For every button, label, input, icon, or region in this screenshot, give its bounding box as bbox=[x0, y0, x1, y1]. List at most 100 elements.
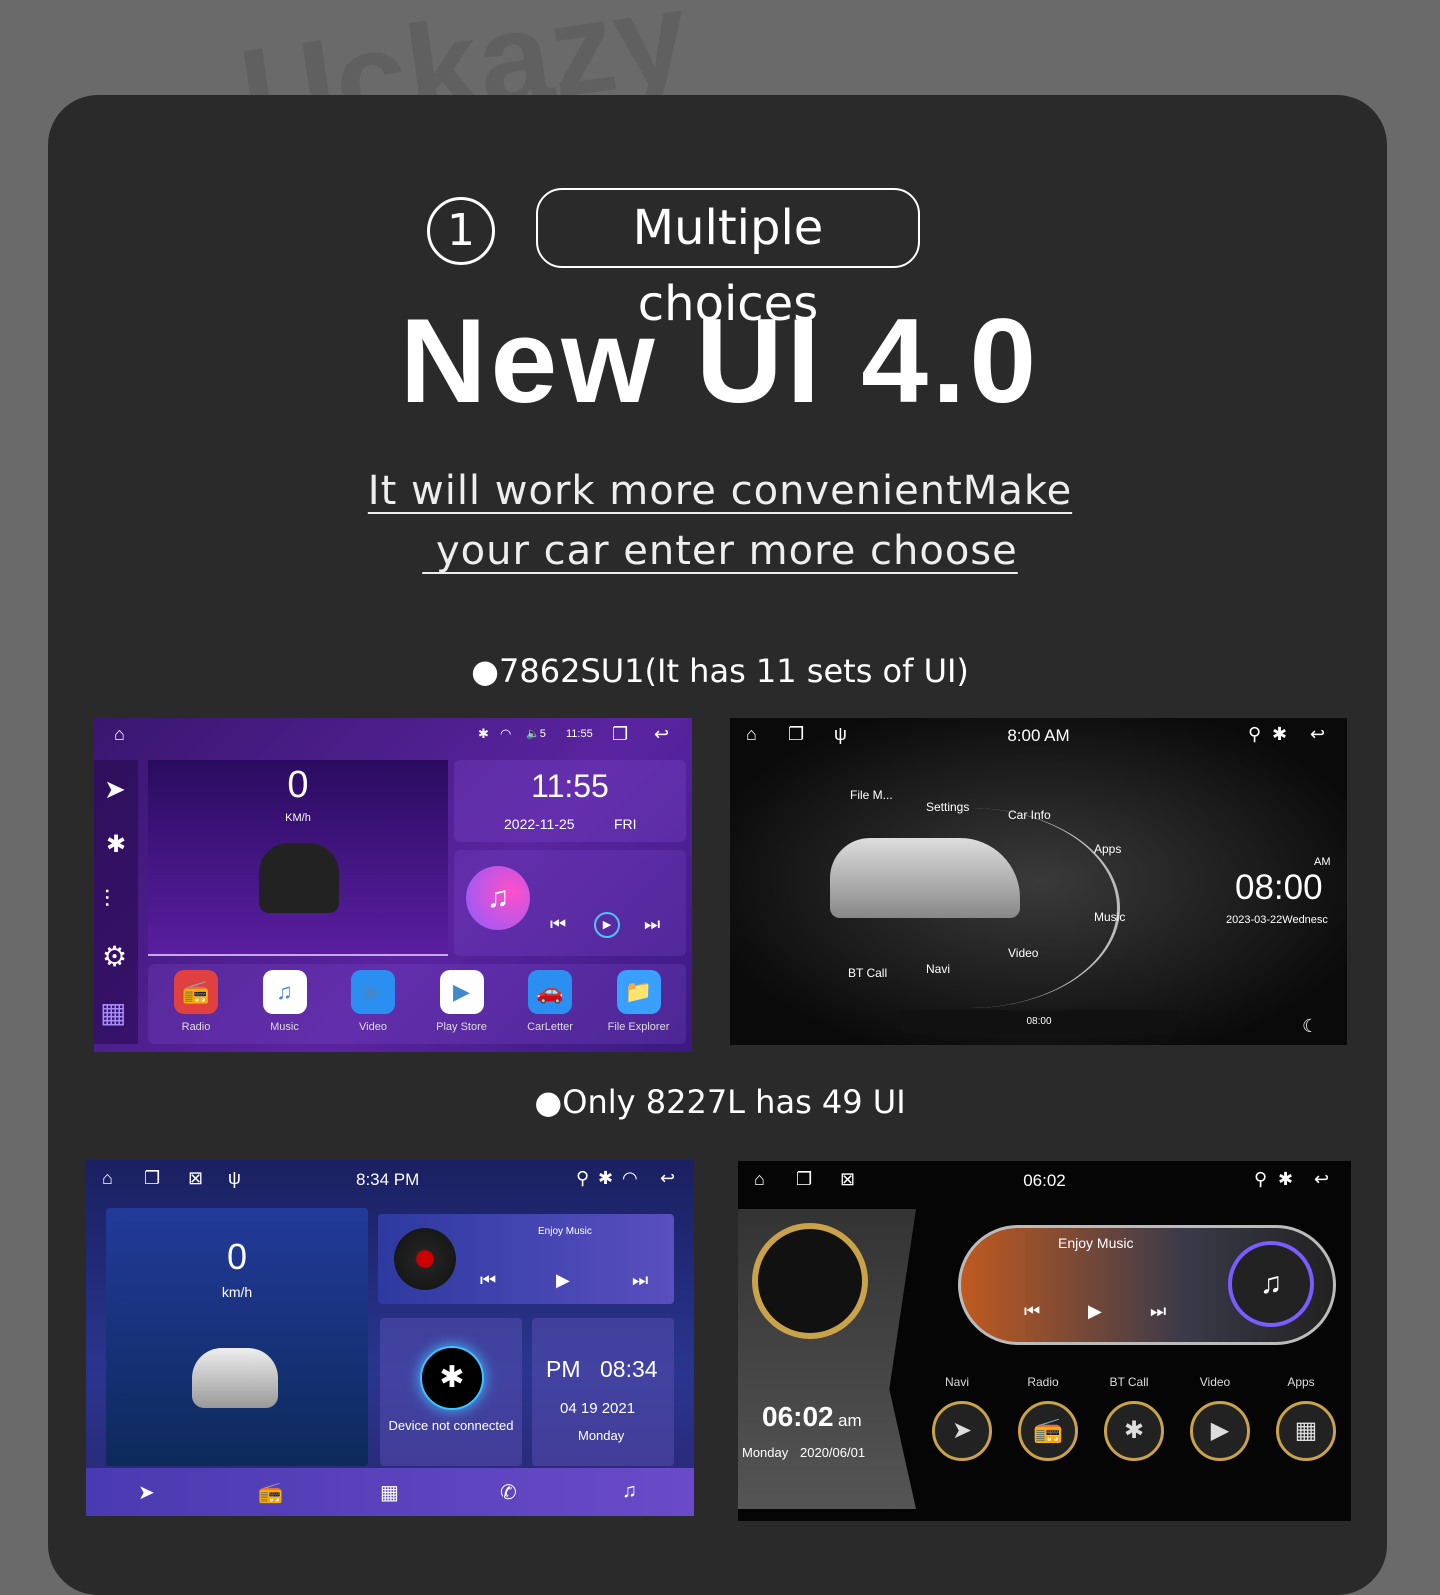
menu-item[interactable]: Navi bbox=[926, 962, 950, 976]
clock: 08:00 bbox=[1235, 868, 1323, 907]
app-label: Radio bbox=[181, 1021, 211, 1033]
music-icon: ♫ bbox=[466, 866, 530, 930]
speed-unit: km/h bbox=[221, 1284, 253, 1300]
menu-item[interactable]: Car Info bbox=[1008, 808, 1051, 822]
bluetooth-icon: ✱ bbox=[420, 1346, 484, 1410]
previous-icon[interactable]: ⏮ bbox=[550, 914, 566, 935]
back-icon[interactable]: ↩ bbox=[1314, 1169, 1329, 1190]
phone-icon[interactable]: ✆ bbox=[500, 1480, 517, 1505]
speed-value: 0 bbox=[287, 764, 309, 806]
ui1-screen: ⌂ ✱ ◠ 🔈5 11:55 ❐ ↩ ➤ ✱ ⫶ ⚙ ▦ 0 KM/h 11:5… bbox=[94, 718, 692, 1052]
speed-value: 0 bbox=[226, 1236, 248, 1277]
date: 2022-11-25 bbox=[504, 816, 575, 832]
bt-status: Device not connected bbox=[388, 1418, 514, 1433]
location-icon: ⚲ bbox=[1248, 724, 1262, 744]
app-label: Radio bbox=[1027, 1375, 1059, 1389]
bluetooth-icon: ✱ bbox=[598, 1168, 614, 1188]
wifi-icon: ◠ bbox=[500, 726, 512, 741]
app-3-icon[interactable]: ▶ bbox=[1190, 1401, 1250, 1461]
previous-icon[interactable]: ⏮ bbox=[1024, 1301, 1040, 1322]
app-4-icon[interactable]: ▦ bbox=[1276, 1401, 1336, 1461]
music-icon[interactable]: ♫ bbox=[622, 1480, 637, 1503]
ui2-screen: ⌂ ❐ ψ 8:00 AM ⚲ ✱ ↩ File M... Settings Car… bbox=[730, 718, 1347, 1045]
menu-item[interactable]: File M... bbox=[850, 788, 893, 802]
weekday: FRI bbox=[614, 816, 637, 832]
app-label: Apps bbox=[1287, 1375, 1315, 1389]
wifi-icon: ◠ bbox=[622, 1168, 638, 1188]
location-icon: ⚲ bbox=[576, 1168, 590, 1188]
screen-off-icon[interactable]: ⊠ bbox=[188, 1168, 203, 1189]
music-disc-icon: ♫ bbox=[1228, 1241, 1314, 1327]
apps-icon[interactable]: ▦ bbox=[100, 996, 126, 1029]
subtitle-line2: your car enter more choose bbox=[422, 528, 1018, 574]
location-icon: ⚲ bbox=[1254, 1169, 1268, 1189]
menu-item[interactable]: Apps bbox=[1094, 842, 1121, 856]
settings-icon[interactable]: ⚙ bbox=[102, 940, 127, 973]
usb-icon: ψ bbox=[228, 1168, 241, 1188]
volume-icon: 🔈5 bbox=[526, 728, 546, 740]
app-2-icon[interactable]: ▶ bbox=[351, 970, 395, 1014]
apps-icon[interactable]: ▦ bbox=[380, 1480, 399, 1505]
weekday: Monday bbox=[742, 1445, 789, 1460]
step-number: 1 bbox=[427, 197, 495, 265]
ui4-screen: ⌂ ❐ ⊠ 06:02 ⚲ ✱ ↩ 06:02 am Monday 2020/0… bbox=[738, 1161, 1351, 1521]
clock: 11:55 bbox=[531, 768, 609, 804]
app-label: BT Call bbox=[1109, 1375, 1149, 1389]
equalizer-icon[interactable]: ⫶ bbox=[104, 886, 110, 914]
app-1-icon[interactable]: 📻 bbox=[1018, 1401, 1078, 1461]
night-mode-icon[interactable]: ☾ bbox=[1302, 1016, 1318, 1037]
bluetooth-icon[interactable]: ✱ bbox=[106, 830, 126, 859]
status-time: 11:55 bbox=[566, 728, 593, 740]
play-icon[interactable]: ▶ bbox=[594, 912, 620, 938]
clock-widget bbox=[532, 1318, 674, 1466]
app-0-icon[interactable]: ➤ bbox=[932, 1401, 992, 1461]
app-3-icon[interactable]: ▶ bbox=[439, 970, 484, 1014]
play-icon[interactable]: ▶ bbox=[556, 1270, 570, 1291]
menu-item[interactable]: Settings bbox=[926, 800, 969, 814]
app-5-icon[interactable]: 📁 bbox=[616, 970, 661, 1014]
menu-item[interactable]: Video bbox=[1008, 946, 1038, 960]
car-image bbox=[192, 1348, 278, 1408]
speed-unit: KM/h bbox=[285, 812, 311, 824]
navigation-icon[interactable]: ➤ bbox=[104, 774, 126, 805]
app-0-icon[interactable]: 📻 bbox=[174, 970, 218, 1014]
next-icon[interactable]: ⏭ bbox=[1150, 1301, 1166, 1322]
radio-icon[interactable]: 📻 bbox=[258, 1480, 283, 1505]
menu-item[interactable]: Music bbox=[1094, 910, 1125, 924]
home-icon[interactable]: ⌂ bbox=[114, 724, 125, 745]
app-label: Play Store bbox=[436, 1021, 487, 1033]
clock: 06:02 bbox=[762, 1401, 834, 1432]
menu-item[interactable]: BT Call bbox=[848, 966, 887, 980]
app-label: Video bbox=[1199, 1375, 1231, 1389]
app-1-icon[interactable]: ♫ bbox=[262, 970, 307, 1014]
back-icon[interactable]: ↩ bbox=[654, 724, 669, 745]
next-icon[interactable]: ⏭ bbox=[644, 914, 660, 935]
recent-apps-icon[interactable]: ❐ bbox=[612, 724, 628, 745]
subtitle-line1: It will work more convenientMake bbox=[367, 468, 1073, 514]
ampm: PM bbox=[546, 1356, 581, 1382]
back-icon[interactable]: ↩ bbox=[1310, 724, 1325, 745]
bluetooth-icon: ✱ bbox=[1278, 1169, 1294, 1189]
analog-clock bbox=[752, 1223, 868, 1339]
car-image bbox=[830, 838, 1020, 918]
app-4-icon[interactable]: 🚗 bbox=[528, 970, 572, 1014]
next-icon[interactable]: ⏭ bbox=[632, 1270, 648, 1291]
app-label: Music bbox=[270, 1021, 299, 1033]
recent-apps-icon[interactable]: ❐ bbox=[144, 1168, 160, 1189]
album-disc bbox=[394, 1228, 456, 1290]
home-icon[interactable]: ⌂ bbox=[102, 1168, 113, 1189]
status-time: 8:34 PM bbox=[356, 1170, 420, 1189]
navigation-icon[interactable]: ➤ bbox=[138, 1480, 155, 1505]
page-title: New UI 4.0 bbox=[399, 294, 1041, 428]
previous-icon[interactable]: ⏮ bbox=[480, 1270, 496, 1291]
play-icon[interactable]: ▶ bbox=[1088, 1301, 1102, 1322]
app-label: Video bbox=[359, 1021, 387, 1033]
badge: Multiple choices bbox=[536, 188, 920, 332]
ui3-screen: ⌂ ❐ ⊠ ψ 8:34 PM ⚲ ✱ ◠ ↩ 0 km/h Enjoy Mus… bbox=[86, 1160, 694, 1516]
back-icon[interactable]: ↩ bbox=[660, 1168, 675, 1189]
app-2-icon[interactable]: ✱ bbox=[1104, 1401, 1164, 1461]
clock: 08:34 bbox=[600, 1356, 658, 1382]
bluetooth-icon: ✱ bbox=[478, 726, 489, 741]
section1-label: ●7862SU1(It has 11 sets of UI) bbox=[471, 652, 969, 690]
section2-label: ●Only 8227L has 49 UI bbox=[534, 1083, 906, 1121]
